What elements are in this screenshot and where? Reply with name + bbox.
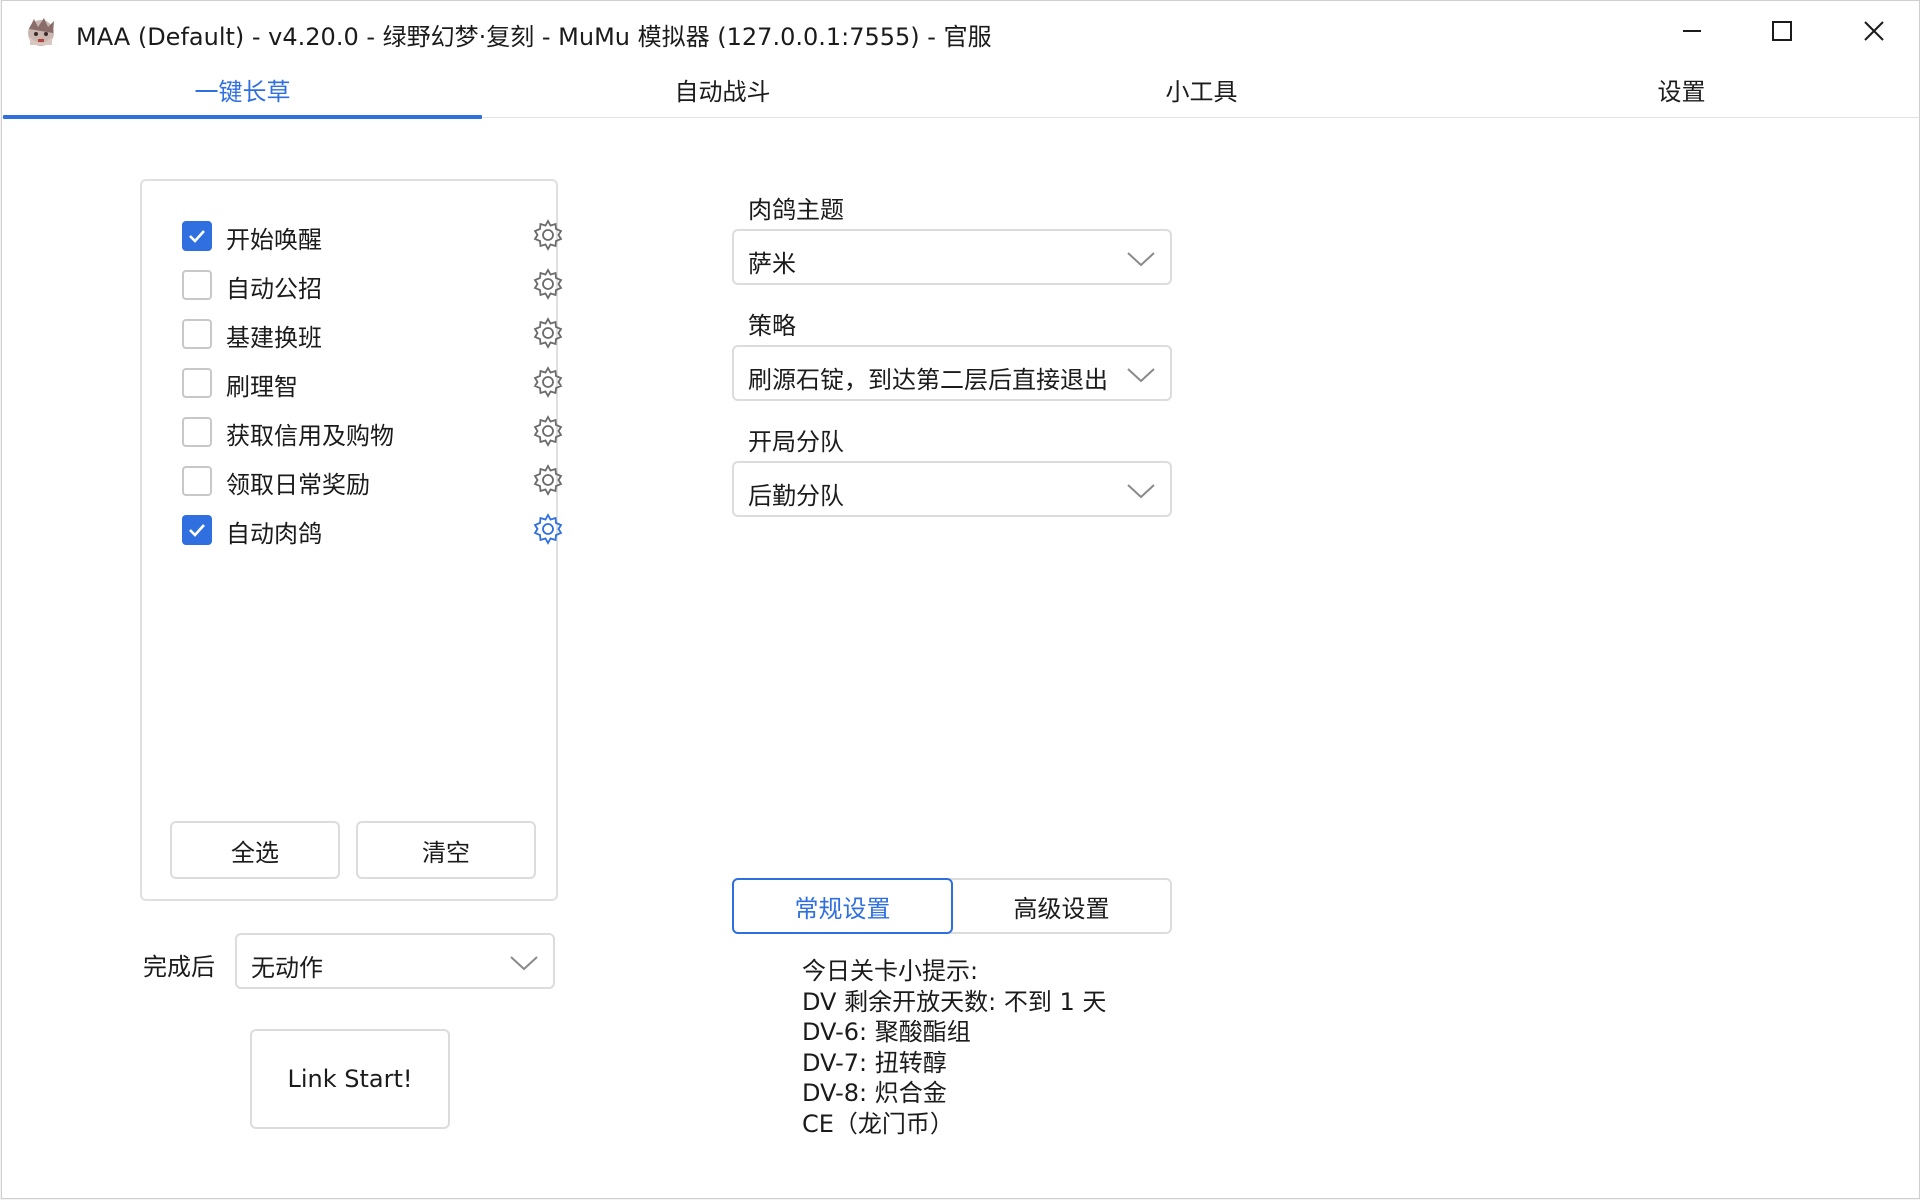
active-tab-indicator [3,115,482,119]
gear-icon[interactable] [531,463,565,497]
dropdown-value: 刷源石锭，到达第二层后直接退出 [748,366,1108,394]
tab-label: 设置 [1657,77,1706,106]
squad-dropdown[interactable]: 后勤分队 [732,461,1172,517]
clear-button[interactable]: 清空 [356,821,536,879]
chevron-down-icon [1127,252,1155,267]
title-bar[interactable]: MAA (Default) - v4.20.0 - 绿野幻梦·复刻 - MuMu… [2,1,1919,61]
tip-line: DV-8: 炽合金 [802,1079,947,1107]
tip-line: DV-6: 聚酸酯组 [802,1018,971,1046]
task-label: 自动肉鸽 [226,520,322,548]
task-checkbox[interactable] [182,368,212,398]
task-checkbox[interactable] [182,515,212,545]
chevron-down-icon [1127,484,1155,499]
dropdown-value: 后勤分队 [748,482,844,510]
after-completion-dropdown[interactable]: 无动作 [235,933,555,989]
task-list-panel: 开始唤醒 自动公招 基建换班 刷理智 获取信用及购物 领取日常奖励 自动肉鸽 全… [140,179,563,901]
task-item-daily-rewards[interactable]: 领取日常奖励 [182,460,563,500]
app-window: MAA (Default) - v4.20.0 - 绿野幻梦·复刻 - MuMu… [1,0,1920,1199]
theme-label: 肉鸽主题 [748,196,844,224]
tab-label: 一键长草 [194,77,291,106]
close-button[interactable] [1828,1,1920,61]
tip-line: DV-7: 扭转醇 [802,1048,947,1077]
task-checkbox[interactable] [182,221,212,251]
task-item-credit-shop[interactable]: 获取信用及购物 [182,411,563,451]
chevron-down-icon [1127,368,1155,383]
general-settings-tab[interactable]: 常规设置 [732,878,953,934]
minimize-icon [1683,30,1701,32]
strategy-dropdown[interactable]: 刷源石锭，到达第二层后直接退出 [732,345,1172,401]
gear-icon[interactable] [531,218,565,252]
task-checkbox[interactable] [182,417,212,447]
select-all-button[interactable]: 全选 [170,821,340,879]
task-item-base-shift[interactable]: 基建换班 [182,313,563,353]
tab-auto-battle[interactable]: 自动战斗 [483,61,962,117]
tab-settings[interactable]: 设置 [1442,61,1920,117]
advanced-settings-tab[interactable]: 高级设置 [953,880,1170,932]
task-label: 刷理智 [226,373,298,401]
strategy-label: 策略 [748,312,796,340]
settings-segmented-control: 常规设置 高级设置 [732,878,1172,934]
squad-label: 开局分队 [748,428,844,456]
gear-icon[interactable] [531,316,565,350]
gear-icon[interactable] [531,365,565,399]
tip-line: 今日关卡小提示: [802,957,979,985]
maximize-icon [1772,21,1792,41]
task-checkbox[interactable] [182,319,212,349]
tab-tools[interactable]: 小工具 [962,61,1441,117]
theme-dropdown[interactable]: 萨米 [732,229,1172,285]
tab-one-click[interactable]: 一键长草 [3,61,482,117]
gear-icon[interactable] [531,512,565,546]
task-item-wake-up[interactable]: 开始唤醒 [182,215,563,255]
daily-stage-tips: 今日关卡小提示: DV 剩余开放天数: 不到 1 天 DV-6: 聚酸酯组 DV… [802,956,1106,1139]
task-checkbox[interactable] [182,466,212,496]
task-checkbox[interactable] [182,270,212,300]
chevron-down-icon [510,956,538,971]
after-completion-label: 完成后 [143,953,215,981]
checkmark-icon [189,230,205,243]
main-tabs: 一键长草 自动战斗 小工具 设置 [2,61,1920,119]
task-label: 获取信用及购物 [226,422,394,450]
checkmark-icon [189,524,205,537]
link-start-button[interactable]: Link Start! [250,1029,450,1129]
dropdown-value: 萨米 [748,250,796,278]
task-label: 开始唤醒 [226,226,322,254]
task-item-recruit[interactable]: 自动公招 [182,264,563,304]
gear-icon[interactable] [531,414,565,448]
tip-line: CE（龙门币） [802,1109,954,1138]
task-label: 领取日常奖励 [226,471,370,499]
task-item-sanity[interactable]: 刷理智 [182,362,563,402]
tab-label: 小工具 [1165,77,1238,106]
maximize-button[interactable] [1736,1,1828,61]
dropdown-value: 无动作 [251,954,323,982]
tip-line: DV 剩余开放天数: 不到 1 天 [802,987,1107,1016]
task-label: 自动公招 [226,275,322,303]
close-icon [1864,21,1884,41]
minimize-button[interactable] [1646,1,1738,61]
gear-icon[interactable] [531,267,565,301]
tab-label: 自动战斗 [674,77,771,106]
task-label: 基建换班 [226,324,322,352]
window-title: MAA (Default) - v4.20.0 - 绿野幻梦·复刻 - MuMu… [76,23,992,51]
app-logo-icon [24,15,58,49]
task-item-roguelike[interactable]: 自动肉鸽 [182,509,563,549]
